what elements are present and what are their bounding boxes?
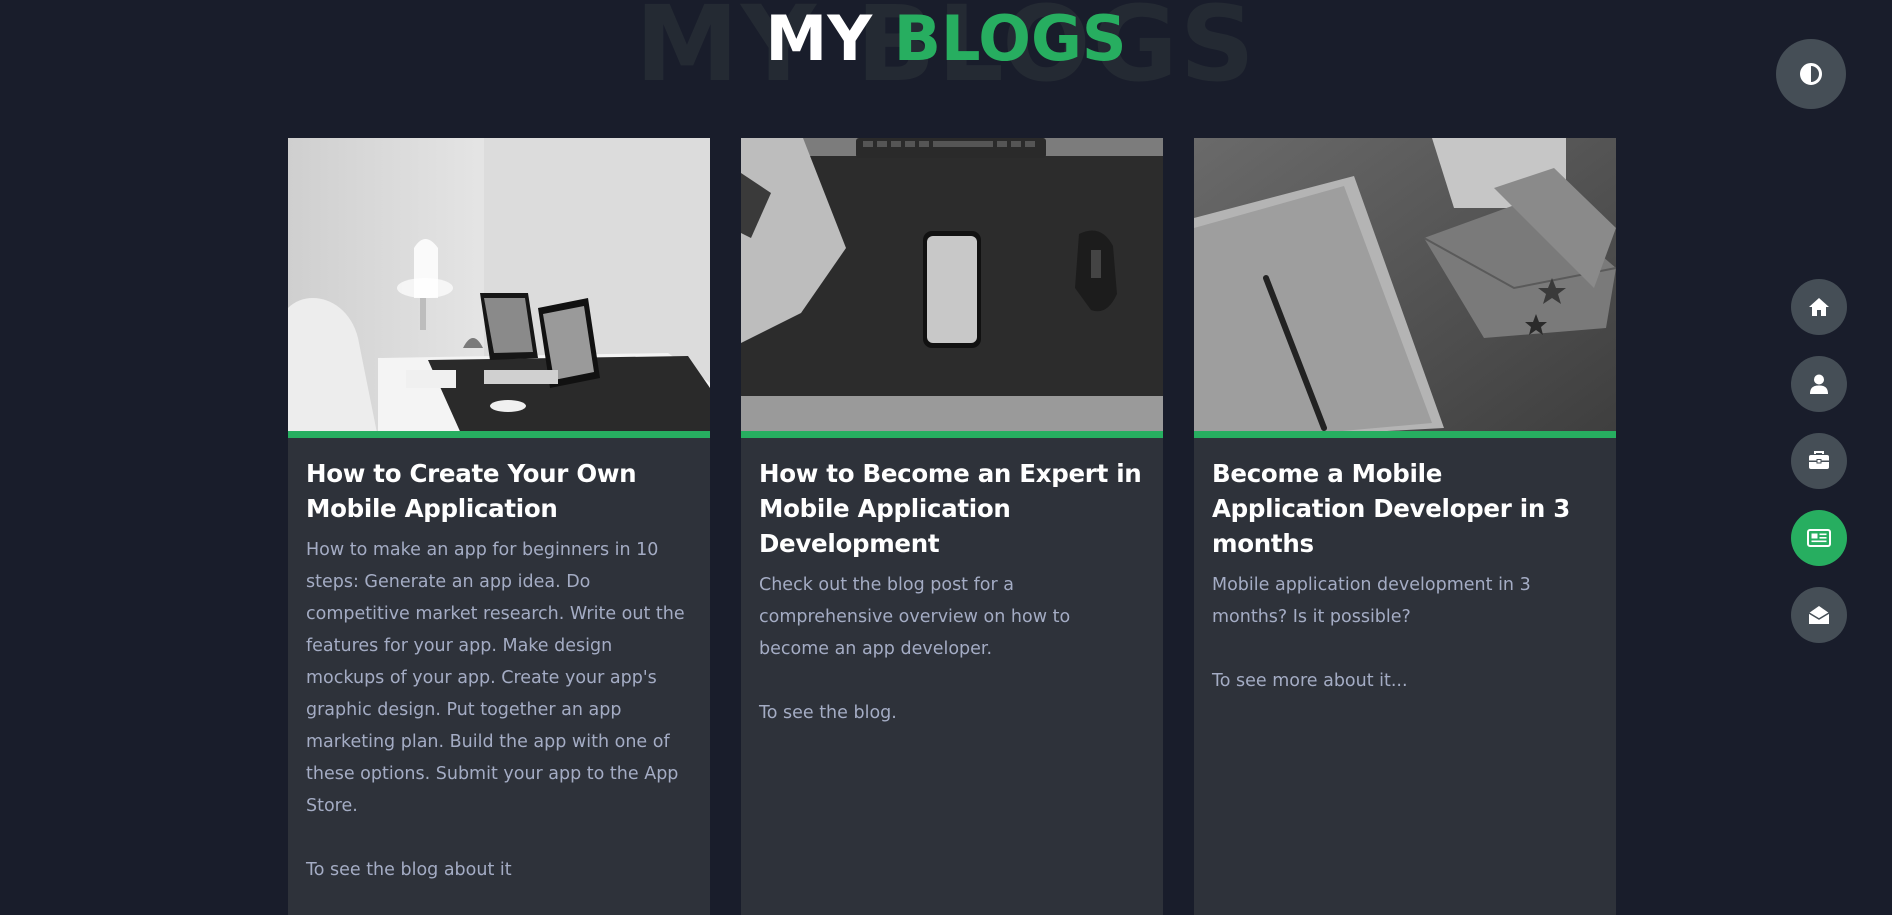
phone-on-desk-mat-photo — [741, 138, 1163, 431]
theme-toggle-button[interactable] — [1776, 39, 1846, 109]
nav-contact-button[interactable] — [1791, 587, 1847, 643]
blog-card-body: How to Become an Expert in Mobile Applic… — [741, 438, 1163, 729]
blog-card-body: Become a Mobile Application Developer in… — [1194, 438, 1616, 697]
blog-card[interactable]: How to Create Your Own Mobile Applicatio… — [288, 138, 710, 915]
newspaper-icon — [1807, 529, 1831, 547]
side-navigation — [1791, 279, 1847, 664]
blog-cards: How to Create Your Own Mobile Applicatio… — [288, 138, 1616, 915]
blog-card-text: How to make an app for beginners in 10 s… — [306, 540, 685, 816]
briefcase-icon — [1809, 451, 1829, 469]
blog-card-image[interactable] — [741, 138, 1163, 438]
blog-card-title[interactable]: Become a Mobile Application Developer in… — [1212, 456, 1598, 561]
blog-card-text: Mobile application development in 3 mont… — [1212, 575, 1531, 627]
blog-card-link[interactable]: To see more about it... — [1212, 665, 1598, 697]
notebook-and-envelopes-photo — [1194, 138, 1616, 431]
desk-with-tablets-photo — [288, 138, 710, 431]
page-title: MY BLOGS — [0, 8, 1892, 70]
contrast-icon — [1800, 63, 1822, 85]
nav-home-button[interactable] — [1791, 279, 1847, 335]
blog-card[interactable]: How to Become an Expert in Mobile Applic… — [741, 138, 1163, 915]
blog-card-image[interactable] — [1194, 138, 1616, 438]
nav-blogs-button[interactable] — [1791, 510, 1847, 566]
page-title-word-blogs: BLOGS — [893, 2, 1127, 75]
home-icon — [1809, 298, 1829, 316]
blog-card-title[interactable]: How to Create Your Own Mobile Applicatio… — [306, 456, 692, 526]
blog-card-body: How to Create Your Own Mobile Applicatio… — [288, 438, 710, 886]
nav-portfolio-button[interactable] — [1791, 433, 1847, 489]
blog-card-text: Check out the blog post for a comprehens… — [759, 575, 1071, 659]
blogs-page: MY BLOGS MY BLOGS How to Create Your Own… — [0, 0, 1892, 915]
nav-about-button[interactable] — [1791, 356, 1847, 412]
blog-card-link[interactable]: To see the blog about it — [306, 854, 692, 886]
section-heading: MY BLOGS MY BLOGS — [0, 0, 1892, 96]
blog-card-image[interactable] — [288, 138, 710, 438]
envelope-open-icon — [1808, 606, 1830, 624]
blog-card-title[interactable]: How to Become an Expert in Mobile Applic… — [759, 456, 1145, 561]
page-title-word-my: MY — [765, 2, 894, 75]
blog-card-link[interactable]: To see the blog. — [759, 697, 1145, 729]
blog-card[interactable]: Become a Mobile Application Developer in… — [1194, 138, 1616, 915]
user-icon — [1810, 374, 1828, 394]
